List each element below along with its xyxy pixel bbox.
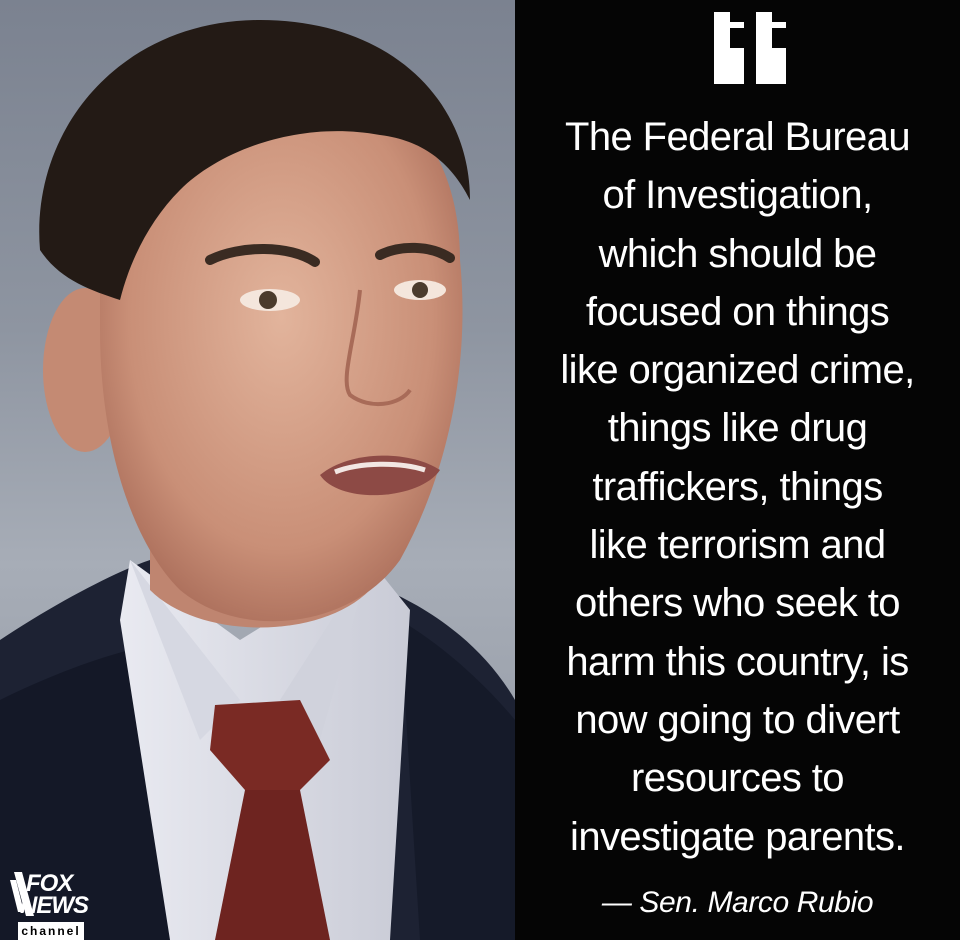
- quote-line: things like drug: [607, 406, 868, 451]
- quote-line: now going to divert: [575, 697, 900, 742]
- quote-line: of Investigation,: [602, 173, 874, 218]
- quote-line: harm this country, is: [566, 639, 909, 684]
- quote-line: resources to: [631, 756, 845, 801]
- speaker-portrait: [0, 20, 515, 940]
- quote-line: investigate parents.: [570, 814, 905, 859]
- logo-channel-text: channel: [18, 922, 84, 940]
- speaker-photo: FOX NEWS channel: [0, 0, 515, 940]
- quote-line: which should be: [598, 231, 877, 276]
- quote-card: FOX NEWS channel The Federal Bureau of I…: [0, 0, 960, 940]
- quote-line: like organized crime,: [560, 348, 915, 393]
- quote-line: traffickers, things: [592, 464, 883, 509]
- logo-news-text: NEWS: [20, 892, 89, 919]
- quote-attribution: — Sen. Marco Rubio: [601, 886, 874, 919]
- quote-line: focused on things: [585, 289, 890, 334]
- open-quote-icon: [714, 8, 786, 84]
- quote-text: The Federal Bureau of Investigation, whi…: [515, 108, 960, 866]
- quote-panel: The Federal Bureau of Investigation, whi…: [515, 0, 960, 940]
- quote-line: like terrorism and: [589, 523, 887, 568]
- quote-line: The Federal Bureau: [565, 115, 911, 159]
- fox-news-logo: FOX NEWS channel: [10, 872, 90, 940]
- quote-line: others who seek to: [575, 581, 901, 626]
